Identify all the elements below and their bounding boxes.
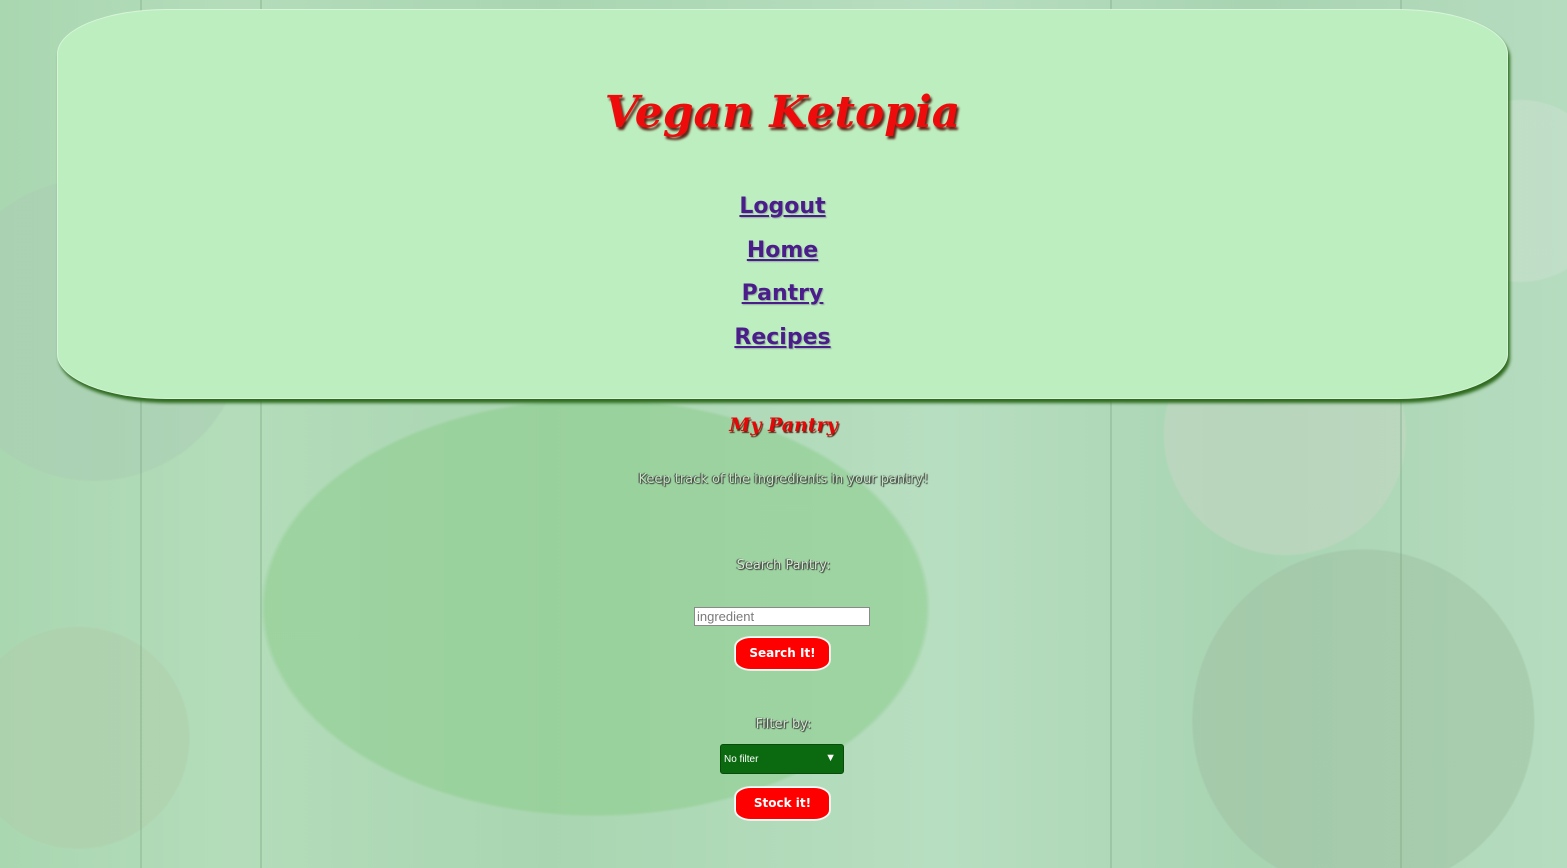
nav-link-logout[interactable]: Logout (57, 189, 1508, 233)
page-subtitle: Keep track of the ingredients in your pa… (638, 472, 929, 487)
nav-link-home[interactable]: Home (57, 233, 1508, 277)
page-heading: My Pantry (729, 414, 838, 436)
search-button[interactable]: Search It! (735, 637, 830, 670)
main-nav: Logout Home Pantry Recipes (57, 189, 1508, 363)
filter-label: Filter by: (755, 717, 812, 732)
ingredient-search-input[interactable] (694, 607, 870, 626)
filter-selected-value: No filter (724, 754, 759, 765)
site-title: Vegan Ketopia (604, 87, 961, 138)
caret-down-icon: ▼ (825, 752, 836, 764)
stock-button[interactable]: Stock it! (735, 787, 830, 820)
site-header: Vegan Ketopia Logout Home Pantry Recipes (57, 9, 1508, 399)
search-label: Search Pantry: (736, 558, 831, 573)
filter-select[interactable]: No filter ▼ (720, 744, 844, 774)
nav-link-pantry[interactable]: Pantry (57, 276, 1508, 320)
nav-link-recipes[interactable]: Recipes (57, 320, 1508, 364)
